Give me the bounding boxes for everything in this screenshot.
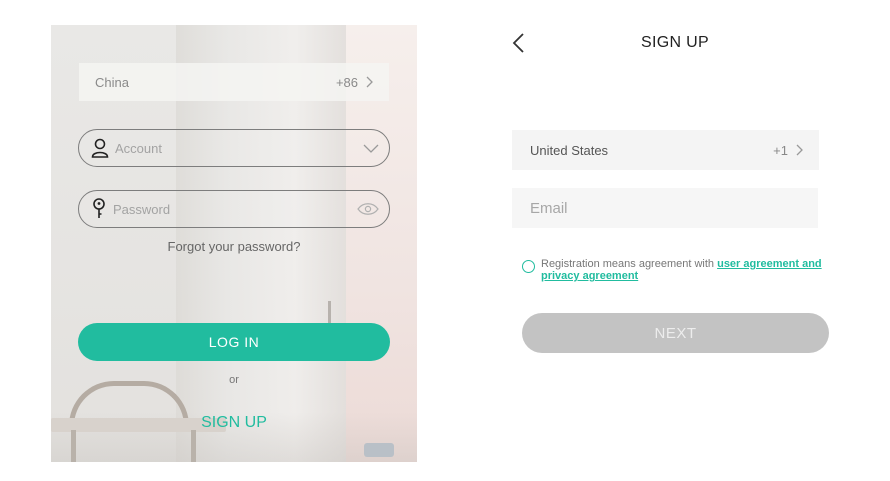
country-selector[interactable]: China +86 <box>79 63 389 101</box>
country-name: China <box>95 74 129 90</box>
country-name: United States <box>530 142 609 158</box>
country-code-group: +1 <box>773 143 803 158</box>
chevron-left-icon[interactable] <box>510 32 530 54</box>
or-divider-text: or <box>229 374 239 386</box>
agreement-radio[interactable] <box>522 260 535 273</box>
country-code: +86 <box>335 74 358 90</box>
chevron-down-icon[interactable] <box>363 144 379 153</box>
password-field[interactable] <box>78 190 390 228</box>
login-button[interactable]: LOG IN <box>78 323 390 361</box>
user-icon <box>91 138 109 158</box>
background-table-leg <box>71 430 76 462</box>
agreement-text: Registration means agreement with user a… <box>541 258 841 282</box>
password-input[interactable] <box>107 200 357 218</box>
country-selector[interactable]: United States +1 <box>512 130 819 170</box>
background-table-leg <box>191 430 196 462</box>
email-field[interactable] <box>512 188 818 228</box>
agreement-prefix: Registration means agreement with <box>541 258 718 270</box>
country-code: +1 <box>773 142 788 158</box>
login-screen: China +86 Forgot your password? <box>51 25 417 462</box>
account-input[interactable] <box>109 139 363 157</box>
background-object <box>364 443 394 457</box>
next-button[interactable]: NEXT <box>522 313 829 353</box>
email-input[interactable] <box>528 198 802 218</box>
key-icon <box>93 198 105 218</box>
forgot-password-link[interactable]: Forgot your password? <box>51 239 417 254</box>
eye-icon[interactable] <box>357 203 379 215</box>
account-field[interactable] <box>78 129 390 167</box>
signup-link[interactable]: SIGN UP <box>51 414 417 432</box>
country-code-group: +86 <box>336 75 373 90</box>
chevron-right-icon <box>366 76 373 88</box>
page-title: SIGN UP <box>641 34 709 51</box>
chevron-right-icon <box>796 144 803 156</box>
